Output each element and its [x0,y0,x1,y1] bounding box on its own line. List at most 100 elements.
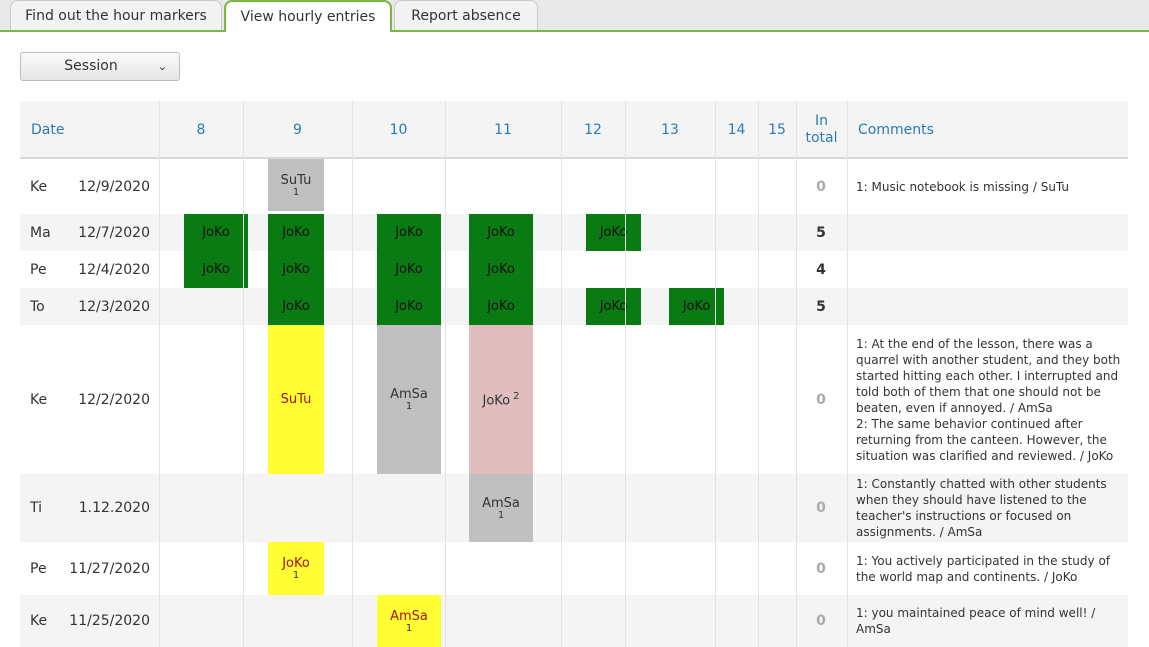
table-row: Ke 11/25/2020 AmSa 1 0 1: you maintained peac… [20,595,1128,647]
row-comment-text: 1: You actively participated in the stud… [856,553,1111,584]
column-divider [796,101,797,647]
hour-entry-10[interactable]: AmSa 1 [377,325,441,474]
entry-teacher-code: JoKo [395,262,423,277]
entry-teacher-code: JoKo [487,262,515,277]
hour-entry-11[interactable]: JoKo 2 [469,325,533,474]
hour-entry-11[interactable]: JoKo [469,288,533,325]
hour-entry-10[interactable]: AmSa 1 [377,595,441,647]
column-divider [445,101,446,647]
session-dropdown-label: Session [64,58,118,74]
entry-note-marker: 2 [513,390,520,402]
tab-find-hour-markers[interactable]: Find out the hour markers [10,0,222,30]
hour-entry-10[interactable]: JoKo [377,214,441,251]
column-divider [159,101,160,647]
entry-teacher-code: JoKo [395,299,423,314]
row-total: 4 [816,261,826,278]
entry-teacher-code: AmSa [482,495,520,511]
hour-entry-11[interactable]: AmSa 1 [469,474,533,542]
hour-entry-9[interactable]: JoKo [268,288,324,325]
entry-teacher-code: JoKo [487,225,515,240]
header-in-total: In total [796,101,847,159]
row-day: Ti [30,500,43,516]
column-divider [243,101,244,647]
row-comment [856,288,1126,325]
hour-entry-9[interactable]: JoKo [268,214,324,251]
column-divider [847,101,848,647]
entry-teacher-code: JoKo [482,393,511,409]
header-hour-13: 13 [661,121,679,138]
session-dropdown[interactable]: Session ⌄ [20,52,180,81]
column-divider [715,101,716,647]
hour-entry-9[interactable]: SuTu [268,325,324,474]
row-comment: 1: You actively participated in the stud… [856,542,1126,595]
row-comment-text: 1: Constantly chatted with other student… [856,477,1107,539]
row-total: 0 [816,178,826,195]
entry-note-marker: 1 [497,509,505,521]
row-day: To [30,298,45,315]
entry-teacher-code: JoKo [282,225,310,240]
entry-note-marker: 1 [292,570,300,581]
row-comment [856,214,1126,251]
table-row: Pe 12/4/2020 JoKo JoKo JoKo JoKo 4 [20,251,1128,288]
hour-entry-11[interactable]: JoKo [469,214,533,251]
table-header: Date 8 9 10 11 12 13 14 15 In total Comm… [20,101,1128,159]
row-comment-text: 1: Music notebook is missing / SuTu [856,179,1070,194]
entry-teacher-code: JoKo [395,225,423,240]
header-hour-14: 14 [727,121,746,138]
entry-teacher-code: JoKo [599,299,628,314]
hour-entry-8[interactable]: JoKo [184,214,248,251]
table-row: Ke 12/2/2020 SuTu AmSa 1 JoKo 2 0 1: At the end … [20,325,1128,474]
header-in-total-line1: In [814,113,828,129]
hour-entry-12[interactable]: JoKo [586,214,641,251]
row-total: 0 [816,613,826,629]
entry-teacher-code: JoKo [202,262,230,277]
row-total: 5 [816,224,826,241]
tab-view-hourly-entries[interactable]: View hourly entries [224,0,392,32]
table-row: Ti 1.12.2020 AmSa 1 0 1: Constantly chatted w… [20,474,1128,542]
row-day: Ke [30,391,48,408]
header-comments: Comments [858,121,934,138]
row-day: Pe [30,261,47,278]
row-comment: 1: Constantly chatted with other student… [856,474,1126,542]
row-date: 12/9/2020 [78,178,150,195]
row-comment-text: 1: At the end of the lesson, there was a… [856,336,1121,463]
hour-entry-9[interactable]: SuTu 1 [268,159,324,211]
row-date: 11/27/2020 [69,560,150,577]
entry-teacher-code: SuTu [280,172,312,188]
hour-entry-9[interactable]: JoKo 1 [268,542,324,595]
row-total: 0 [816,391,826,408]
header-hour-12: 12 [584,121,602,138]
header-in-total-line2: total [805,130,838,146]
row-comment: 1: you maintained peace of mind well! / … [856,595,1126,647]
entry-teacher-code: JoKo [599,225,628,240]
hour-entry-10[interactable]: JoKo [377,251,441,288]
table-row: Pe 11/27/2020 JoKo 1 0 1: You actively partic… [20,542,1128,595]
entry-note-marker: 1 [292,186,300,198]
hour-entry-10[interactable]: JoKo [377,288,441,325]
row-date: 12/7/2020 [78,224,150,241]
row-day: Pe [30,560,47,577]
row-date: 12/3/2020 [78,298,150,315]
row-total: 5 [816,298,826,315]
hour-entry-11[interactable]: JoKo [469,251,533,288]
hour-entry-8[interactable]: JoKo [184,251,248,288]
column-divider [625,101,626,647]
header-date[interactable]: Date [20,101,159,159]
row-date: 12/2/2020 [78,391,150,408]
entry-note-marker: 1 [405,401,413,412]
header-hour-15: 15 [768,121,786,138]
column-divider [352,101,353,647]
hourly-entries-table: Date 8 9 10 11 12 13 14 15 In total Comm… [20,101,1128,647]
header-hour-10: 10 [389,121,408,138]
row-day: Ke [30,613,48,629]
hour-entry-9[interactable]: JoKo [268,251,324,288]
row-date: 12/4/2020 [78,261,150,278]
column-divider [758,101,759,647]
row-comment [856,251,1126,288]
entry-teacher-code: SuTu [280,392,312,407]
tab-report-absence[interactable]: Report absence [394,0,538,30]
hour-entry-12[interactable]: JoKo [586,288,641,325]
row-total: 0 [816,560,826,577]
entry-teacher-code: JoKo [282,262,310,277]
column-divider [561,101,562,647]
